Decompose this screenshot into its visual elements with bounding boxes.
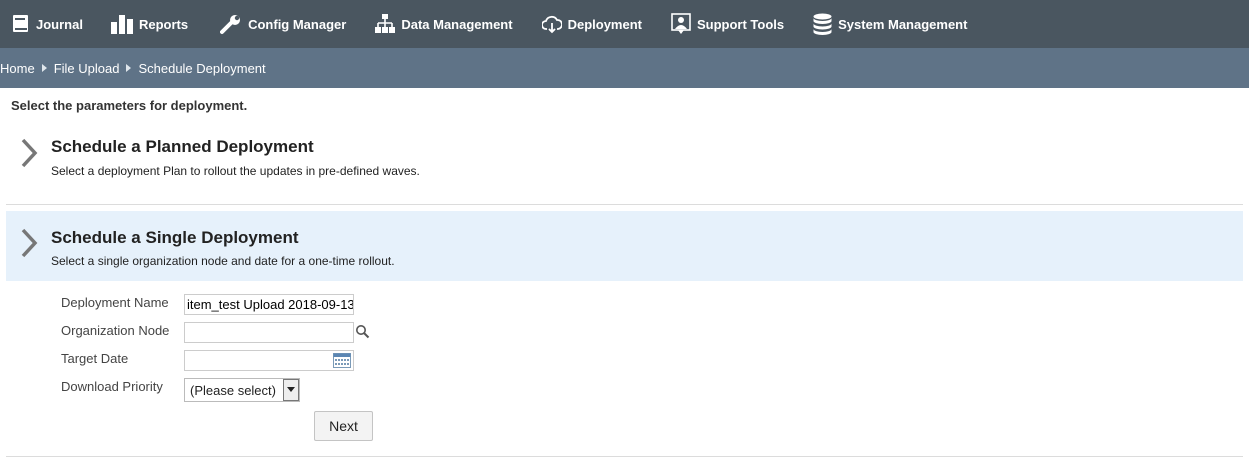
cloud-download-icon	[541, 15, 562, 34]
organization-node-label: Organization Node	[61, 323, 170, 338]
single-deployment-option[interactable]: Schedule a Single Deployment Select a si…	[6, 211, 1243, 281]
planned-deployment-description: Select a deployment Plan to rollout the …	[51, 164, 420, 178]
nav-deployment[interactable]: Deployment	[541, 0, 642, 48]
single-deployment-title: Schedule a Single Deployment	[51, 228, 299, 247]
hierarchy-icon	[375, 14, 396, 33]
database-icon	[813, 13, 832, 35]
deployment-name-label: Deployment Name	[61, 295, 169, 310]
nav-label: Data Management	[401, 16, 513, 32]
breadcrumb-separator-icon	[126, 64, 132, 72]
nav-label: Config Manager	[248, 16, 347, 32]
nav-journal[interactable]: Journal	[12, 0, 83, 48]
nav-label: Deployment	[567, 16, 642, 32]
chevron-right-icon	[21, 228, 38, 258]
target-date-label: Target Date	[61, 351, 129, 366]
single-deployment-form: Deployment Name Organization Node Target…	[6, 281, 1243, 457]
breadcrumb: Home File Upload Schedule Deployment	[0, 48, 1249, 88]
calendar-icon[interactable]	[333, 353, 351, 368]
target-date-input[interactable]	[184, 350, 354, 371]
page-instruction: Select the parameters for deployment.	[11, 98, 248, 113]
download-priority-label: Download Priority	[61, 379, 163, 394]
breadcrumb-current: Schedule Deployment	[138, 60, 266, 76]
nav-label: Journal	[36, 16, 83, 32]
planned-deployment-option[interactable]: Schedule a Planned Deployment Select a d…	[6, 122, 1243, 205]
main-content: Select the parameters for deployment. Sc…	[0, 88, 1249, 457]
nav-support-tools[interactable]: Support Tools	[671, 0, 784, 48]
organization-node-input[interactable]	[184, 322, 354, 343]
download-priority-select[interactable]: (Please select)	[184, 378, 300, 402]
nav-label: Reports	[138, 16, 189, 32]
chevron-right-icon	[21, 138, 38, 168]
support-icon	[671, 13, 691, 34]
download-priority-value: (Please select)	[190, 382, 276, 398]
breadcrumb-file-upload[interactable]: File Upload	[54, 61, 120, 76]
breadcrumb-separator-icon	[41, 64, 47, 72]
reports-icon	[110, 15, 133, 34]
journal-icon	[13, 15, 28, 32]
top-navigation: Journal Reports Config Manager Data Mana…	[0, 0, 1249, 48]
wrench-icon	[220, 15, 241, 34]
chevron-down-icon[interactable]	[283, 379, 299, 401]
nav-label: Support Tools	[696, 16, 785, 32]
nav-config-manager[interactable]: Config Manager	[220, 0, 346, 48]
planned-deployment-title: Schedule a Planned Deployment	[51, 137, 314, 156]
search-icon[interactable]	[355, 324, 370, 339]
nav-label: System Management	[838, 16, 968, 32]
breadcrumb-home[interactable]: Home	[0, 61, 35, 76]
deployment-name-input[interactable]	[184, 294, 354, 315]
nav-reports[interactable]: Reports	[110, 0, 189, 48]
next-button[interactable]: Next	[314, 411, 373, 441]
single-deployment-description: Select a single organization node and da…	[51, 254, 395, 268]
nav-system-management[interactable]: System Management	[813, 0, 967, 48]
nav-data-management[interactable]: Data Management	[375, 0, 513, 48]
